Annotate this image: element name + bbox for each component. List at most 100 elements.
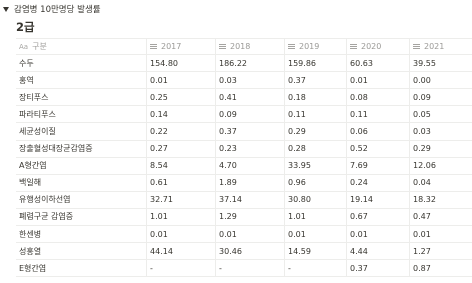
value-cell-2020[interactable]: 0.67 [347,208,410,226]
value-cell-2017[interactable]: 154.80 [147,55,216,72]
value-cell-2017[interactable]: 32.71 [147,191,216,208]
table-row[interactable]: 세균성이질 0.22 0.37 0.29 0.06 0.03 [16,123,472,141]
toggle-triangle-icon[interactable] [3,6,9,12]
value-cell-2017[interactable]: 0.01 [147,72,216,89]
table-row[interactable]: 장출혈성대장균감염증 0.27 0.23 0.28 0.52 0.29 [16,140,472,158]
row-name-cell[interactable]: A형간염 [16,157,147,174]
value-cell-2020[interactable]: 0.08 [347,89,410,106]
text-property-icon [350,44,357,50]
value-cell-2019[interactable]: 33.95 [285,157,347,174]
table-row[interactable]: 홍역 0.01 0.03 0.37 0.01 0.00 [16,72,472,90]
row-name-cell[interactable]: 장출혈성대장균감염증 [16,140,147,157]
value-cell-2019[interactable]: - [285,260,347,277]
table-row[interactable]: 한센병 0.01 0.01 0.01 0.01 0.01 [16,226,472,244]
table-row[interactable]: 수두 154.80 186.22 159.86 60.63 39.55 [16,55,472,73]
table-row[interactable]: 백일해 0.61 1.89 0.96 0.24 0.04 [16,174,472,192]
value-cell-2020[interactable]: 0.52 [347,140,410,157]
value-cell-2021[interactable]: 1.27 [410,243,472,259]
column-header-2018[interactable]: 2018 [216,39,285,55]
value-cell-2021[interactable]: 0.03 [410,123,472,139]
value-cell-2020[interactable]: 7.69 [347,157,410,174]
value-cell-2018[interactable]: 37.14 [216,191,285,208]
value-cell-2017[interactable]: 8.54 [147,157,216,174]
value-cell-2020[interactable]: 0.01 [347,72,410,89]
value-cell-2018[interactable]: 0.41 [216,89,285,106]
value-cell-2019[interactable]: 0.01 [285,226,347,243]
value-cell-2017[interactable]: 0.01 [147,226,216,243]
table-row[interactable]: 유행성이하선염 32.71 37.14 30.80 19.14 18.32 [16,191,472,209]
value-cell-2018[interactable]: 4.70 [216,157,285,174]
value-cell-2020[interactable]: 60.63 [347,55,410,72]
value-cell-2020[interactable]: 4.44 [347,243,410,260]
row-name-cell[interactable]: 유행성이하선염 [16,191,147,208]
value-cell-2019[interactable]: 0.11 [285,106,347,123]
value-cell-2018[interactable]: 0.09 [216,106,285,123]
value-cell-2020[interactable]: 0.11 [347,106,410,123]
value-cell-2021[interactable]: 0.00 [410,72,472,88]
value-cell-2017[interactable]: 0.25 [147,89,216,106]
table-row[interactable]: 폐렴구균 감염증 1.01 1.29 1.01 0.67 0.47 [16,208,472,227]
column-header-2020[interactable]: 2020 [347,39,410,55]
value-cell-2019[interactable]: 0.18 [285,89,347,106]
value-cell-2018[interactable]: - [216,260,285,277]
toggle-block[interactable]: 감염병 10만명당 발생률 [3,2,101,16]
value-cell-2020[interactable]: 0.01 [347,226,410,243]
row-name-cell[interactable]: 성홍열 [16,243,147,260]
value-cell-2019[interactable]: 1.01 [285,208,347,226]
value-cell-2021[interactable]: 18.32 [410,192,472,208]
table-row[interactable]: E형간염 - - -0.37 0.87 [16,260,472,278]
value-cell-2017[interactable]: 0.61 [147,174,216,191]
row-name-cell[interactable]: E형간염 [16,260,147,277]
row-name-cell[interactable]: 수두 [16,55,147,72]
table-row[interactable]: 파라티푸스 0.14 0.09 0.11 0.11 0.05 [16,106,472,124]
column-header-2019[interactable]: 2019 [285,39,347,55]
row-name-cell[interactable]: 홍역 [16,72,147,89]
value-cell-2020[interactable]: 0.37 [347,260,410,277]
value-cell-2018[interactable]: 0.01 [216,226,285,243]
row-name-cell[interactable]: 백일해 [16,174,147,191]
value-cell-2019[interactable]: 14.59 [285,243,347,260]
value-cell-2021[interactable]: 0.29 [410,141,472,157]
value-cell-2019[interactable]: 0.96 [285,174,347,191]
value-cell-2020[interactable]: 0.06 [347,123,410,140]
value-cell-2017[interactable]: 0.27 [147,140,216,157]
value-cell-2019[interactable]: 159.86 [285,55,347,72]
value-cell-2021[interactable]: 0.04 [410,175,472,191]
value-cell-2018[interactable]: 1.89 [216,174,285,191]
row-name-cell[interactable]: 세균성이질 [16,123,147,140]
value-cell-2021[interactable]: 0.47 [410,209,472,225]
value-cell-2017[interactable]: 44.14 [147,243,216,260]
row-name-cell[interactable]: 파라티푸스 [16,106,147,123]
row-name-cell[interactable]: 폐렴구균 감염증 [16,208,147,226]
value-cell-2019[interactable]: 0.37 [285,72,347,89]
table-row[interactable]: 성홍열 44.14 30.46 14.59 4.44 1.27 [16,243,472,261]
table-row[interactable]: 장티푸스 0.25 0.41 0.18 0.08 0.09 [16,89,472,107]
column-header-name[interactable]: Aa 구분 [16,39,147,55]
value-cell-2017[interactable]: - [147,260,216,277]
value-cell-2018[interactable]: 0.03 [216,72,285,89]
value-cell-2020[interactable]: 0.24 [347,174,410,191]
value-cell-2018[interactable]: 30.46 [216,243,285,260]
value-cell-2017[interactable]: 0.22 [147,123,216,140]
column-header-2021[interactable]: 2021 [410,39,472,54]
value-cell-2018[interactable]: 0.37 [216,123,285,140]
value-cell-2017[interactable]: 1.01 [147,208,216,226]
value-cell-2021[interactable]: 0.05 [410,106,472,122]
value-cell-2020[interactable]: 19.14 [347,191,410,208]
value-cell-2019[interactable]: 0.28 [285,140,347,157]
value-cell-2021[interactable]: 39.55 [410,55,472,71]
value-cell-2021[interactable]: 0.09 [410,89,472,105]
value-cell-2019[interactable]: 0.29 [285,123,347,140]
value-cell-2021[interactable]: 0.01 [410,226,472,242]
value-cell-2021[interactable]: 12.06 [410,158,472,174]
value-cell-2018[interactable]: 186.22 [216,55,285,72]
table-row[interactable]: A형간염 8.54 4.70 33.95 7.69 12.06 [16,157,472,175]
value-cell-2021[interactable]: 0.87 [410,260,472,276]
row-name-cell[interactable]: 한센병 [16,226,147,243]
value-cell-2019[interactable]: 30.80 [285,191,347,208]
row-name-cell[interactable]: 장티푸스 [16,89,147,106]
value-cell-2017[interactable]: 0.14 [147,106,216,123]
column-header-2017[interactable]: 2017 [147,39,216,55]
value-cell-2018[interactable]: 1.29 [216,208,285,226]
value-cell-2018[interactable]: 0.23 [216,140,285,157]
